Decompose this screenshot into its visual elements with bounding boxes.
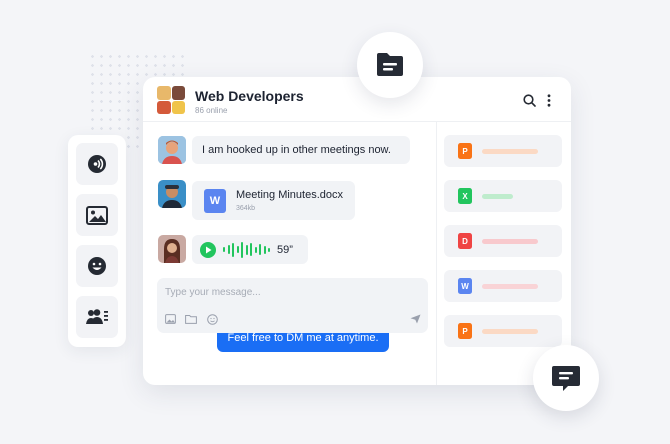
emoji-icon[interactable] — [207, 314, 218, 325]
broadcast-icon — [88, 155, 106, 173]
more-vertical-icon[interactable] — [547, 94, 551, 107]
broadcast-button[interactable] — [76, 143, 118, 185]
avatar-photo — [158, 136, 186, 164]
users-list-icon — [86, 309, 108, 324]
file-message-bubble[interactable]: W Meeting Minutes.docx 364kb — [192, 181, 355, 220]
folder-icon[interactable] — [185, 314, 197, 324]
message-composer — [157, 278, 428, 333]
powerpoint-file-icon: P — [458, 323, 472, 339]
message-text: I am hooked up in other meetings now. — [202, 144, 391, 156]
avatar[interactable] — [158, 235, 186, 263]
image-button[interactable] — [76, 194, 118, 236]
shared-file-item[interactable]: P — [444, 135, 562, 167]
chat-header: Web Developers 86 online — [143, 77, 571, 122]
word-file-icon: W — [458, 278, 472, 294]
play-icon — [205, 246, 211, 253]
avatar[interactable] — [158, 136, 186, 164]
shared-file-item[interactable]: W — [444, 270, 562, 302]
emoji-icon — [88, 257, 106, 275]
file-name-placeholder-bar — [482, 194, 513, 199]
chat-bubble-button[interactable] — [533, 345, 599, 411]
image-icon[interactable] — [165, 314, 176, 324]
chat-window: Web Developers 86 online I am hooked up … — [143, 77, 571, 385]
file-name-placeholder-bar — [482, 284, 538, 289]
image-icon — [86, 205, 108, 225]
users-list-button[interactable] — [76, 296, 118, 338]
voice-duration: 59” — [277, 243, 293, 256]
file-name-placeholder-bar — [482, 239, 538, 244]
emoji-button[interactable] — [76, 245, 118, 287]
file-size: 364kb — [236, 205, 256, 212]
search-icon[interactable] — [523, 94, 536, 107]
avatar-photo — [158, 235, 186, 263]
word-document-icon: W — [204, 188, 226, 213]
message-list: I am hooked up in other meetings now. W … — [143, 122, 436, 385]
panel-divider — [436, 122, 437, 385]
folder-icon — [377, 53, 403, 76]
powerpoint-file-icon: P — [458, 143, 472, 159]
group-avatar — [157, 86, 185, 114]
avatar[interactable] — [158, 180, 186, 208]
side-toolbar — [68, 135, 126, 347]
message-bubble: I am hooked up in other meetings now. — [192, 136, 410, 164]
shared-file-item[interactable]: D — [444, 225, 562, 257]
group-title: Web Developers — [195, 88, 304, 104]
pdf-file-icon: D — [458, 233, 472, 249]
folder-bubble[interactable] — [357, 32, 423, 98]
avatar-photo — [158, 180, 186, 208]
send-icon[interactable] — [410, 314, 421, 324]
voice-message-bubble: 59” — [192, 235, 308, 264]
online-count: 86 online — [195, 106, 228, 115]
shared-file-item[interactable]: X — [444, 180, 562, 212]
audio-waveform — [223, 241, 270, 258]
excel-file-icon: X — [458, 188, 472, 204]
play-button[interactable] — [200, 241, 216, 258]
file-name: Meeting Minutes.docx — [236, 189, 343, 201]
file-name-placeholder-bar — [482, 329, 538, 334]
message-text: Feel free to DM me at anytime. — [227, 332, 379, 344]
message-input[interactable] — [165, 283, 405, 301]
chat-icon — [552, 366, 580, 391]
file-name-placeholder-bar — [482, 149, 538, 154]
shared-file-item[interactable]: P — [444, 315, 562, 347]
